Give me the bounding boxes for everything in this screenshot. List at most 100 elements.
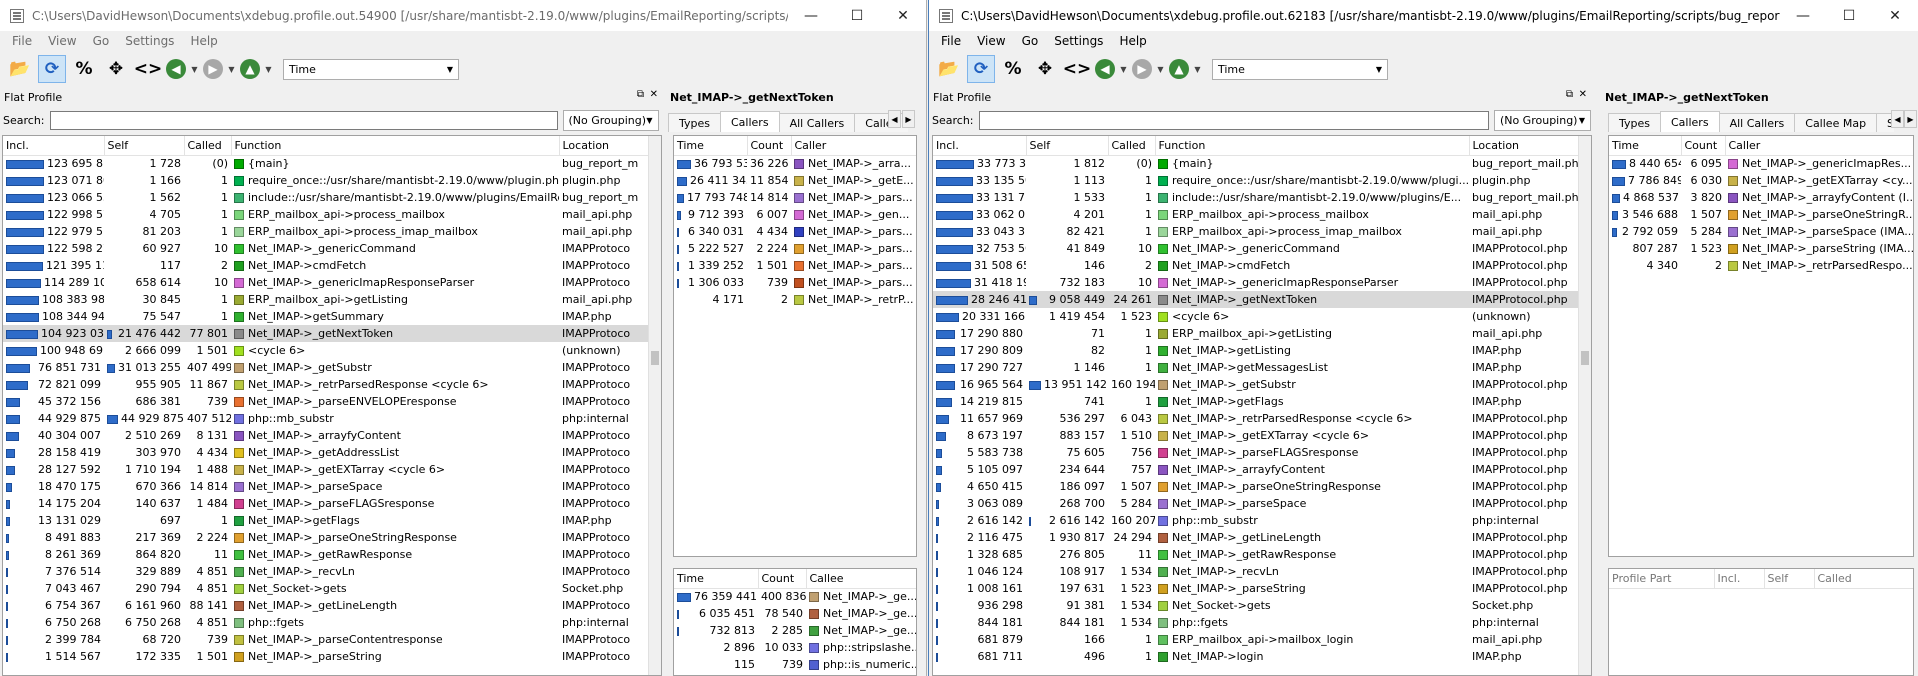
col-function[interactable]: Function	[1155, 136, 1470, 156]
table-row[interactable]: 2 116 475 1 930 817 24 294 Net_IMAP->_getLi…	[933, 529, 1579, 546]
up-dropdown-icon[interactable]: ▼	[264, 65, 273, 74]
col-incl[interactable]: Incl.	[3, 136, 105, 156]
caller-row[interactable]: 3 546 688 1 507 Net_IMAP->_parseOneStringR…	[1609, 206, 1913, 223]
col-time[interactable]: Time	[674, 569, 759, 589]
callee-row[interactable]: 76 359 441 400 836 Net_IMAP->_ge...	[674, 588, 916, 605]
reload-icon[interactable]: ⟳	[38, 55, 66, 83]
table-row[interactable]: 114 289 100 658 614 10 Net_IMAP->_genericIm…	[3, 274, 649, 291]
col-time[interactable]: Time	[1609, 136, 1682, 156]
col-called[interactable]: Called	[184, 136, 232, 156]
up-icon[interactable]: ▲	[1169, 59, 1189, 79]
table-row[interactable]: 844 181 844 181 1 534 php::fgets php:interna…	[933, 614, 1579, 631]
maximize-button[interactable]: ☐	[1826, 0, 1872, 31]
col-called[interactable]: Called	[1108, 136, 1156, 156]
float-panel-icon[interactable]: ⧉	[1566, 89, 1573, 100]
table-row[interactable]: 32 753 564 41 849 10 Net_IMAP->_genericComm…	[933, 240, 1579, 257]
table-row[interactable]: 20 331 166 1 419 454 1 523 <cycle 6> (unknow…	[933, 308, 1579, 325]
table-row[interactable]: 16 965 564 13 951 142 160 194 Net_IMAP->_ge…	[933, 376, 1579, 393]
table-row[interactable]: 11 657 969 536 297 6 043 Net_IMAP->_retrPar…	[933, 410, 1579, 427]
col-location[interactable]: Location	[559, 136, 650, 156]
title-bar[interactable]: C:\Users\DavidHewson\Documents\xdebug.pr…	[0, 0, 926, 31]
table-row[interactable]: 33 043 311 82 421 1 ERP_mailbox_api->proces…	[933, 223, 1579, 240]
tab-scroll-left-icon[interactable]: ◀	[888, 110, 901, 128]
table-row[interactable]: 5 583 738 75 605 756 Net_IMAP->_parseFLAGSr…	[933, 444, 1579, 461]
col-caller[interactable]: Caller	[1725, 136, 1913, 156]
table-row[interactable]: 123 695 811 1 728 (0) {main} bug_report_m	[3, 155, 649, 172]
grouping-select[interactable]: (No Grouping) ▼	[562, 109, 659, 131]
table-row[interactable]: 6 750 268 6 750 268 4 851 php::fgets php:int…	[3, 614, 649, 631]
event-type-select[interactable]: Time ▼	[1212, 58, 1388, 80]
caller-row[interactable]: 4 868 537 3 820 Net_IMAP->_arrayfyContent …	[1609, 189, 1913, 206]
col-count[interactable]: Count	[758, 569, 807, 589]
table-row[interactable]: 8 673 197 883 157 1 510 Net_IMAP->_getEXTar…	[933, 427, 1579, 444]
callee-row[interactable]: 6 035 451 78 540 Net_IMAP->_ge...	[674, 605, 916, 622]
table-row[interactable]: 123 071 804 1 166 1 require_once::/usr/shar…	[3, 172, 649, 189]
menu-view[interactable]: View	[40, 34, 84, 48]
move-icon[interactable]: ✥	[102, 55, 130, 83]
col-count[interactable]: Count	[1681, 136, 1726, 156]
table-row[interactable]: 108 344 940 75 547 1 Net_IMAP->getSummary IM…	[3, 308, 649, 325]
vertical-scrollbar[interactable]	[648, 136, 661, 675]
float-panel-icon[interactable]: ⧉	[637, 89, 644, 100]
cycle-detection-icon[interactable]: <>	[134, 55, 163, 83]
back-dropdown-icon[interactable]: ▼	[1119, 65, 1128, 74]
open-folder-icon[interactable]: 📂	[935, 55, 963, 83]
tab-scroll-right-icon[interactable]: ▶	[902, 110, 915, 128]
cycle-detection-icon[interactable]: <>	[1063, 55, 1092, 83]
table-row[interactable]: 104 923 030 21 476 442 77 801 Net_IMAP->_ge…	[3, 325, 649, 342]
table-row[interactable]: 33 135 507 1 113 1 require_once::/usr/share…	[933, 172, 1579, 189]
table-row[interactable]: 122 598 271 60 927 10 Net_IMAP->_genericCom…	[3, 240, 649, 257]
caller-row[interactable]: 5 222 527 2 224 Net_IMAP->_pars...	[674, 240, 916, 257]
up-dropdown-icon[interactable]: ▼	[1193, 65, 1202, 74]
tab-callers[interactable]: Callers	[1660, 111, 1720, 132]
table-row[interactable]: 18 470 175 670 366 14 814 Net_IMAP->_parseS…	[3, 478, 649, 495]
forward-dropdown-icon[interactable]: ▼	[1156, 65, 1165, 74]
grouping-select[interactable]: (No Grouping) ▼	[1493, 109, 1591, 131]
table-row[interactable]: 14 175 204 140 637 1 484 Net_IMAP->_parseFL…	[3, 495, 649, 512]
table-row[interactable]: 40 304 007 2 510 269 8 131 Net_IMAP->_array…	[3, 427, 649, 444]
percent-icon[interactable]: %	[70, 55, 98, 83]
vertical-scrollbar[interactable]	[1578, 136, 1591, 675]
table-row[interactable]: 681 711 496 1 Net_IMAP->login IMAP.php	[933, 648, 1579, 665]
back-icon[interactable]: ◀	[166, 59, 186, 79]
table-row[interactable]: 6 754 367 6 161 960 88 141 Net_IMAP->_getLi…	[3, 597, 649, 614]
table-row[interactable]: 17 290 880 71 1 ERP_mailbox_api->getListing…	[933, 325, 1579, 342]
forward-icon[interactable]: ▶	[1132, 59, 1152, 79]
tab-all-callers[interactable]: All Callers	[1718, 113, 1796, 132]
table-row[interactable]: 28 158 419 303 970 4 434 Net_IMAP->_getAddr…	[3, 444, 649, 461]
table-row[interactable]: 14 219 815 741 1 Net_IMAP->getFlags IMAP.php	[933, 393, 1579, 410]
caller-row[interactable]: 17 793 748 14 814 Net_IMAP->_pars...	[674, 189, 916, 206]
col-incl[interactable]: Incl.	[933, 136, 1027, 156]
caller-row[interactable]: 1 306 033 739 Net_IMAP->_pars...	[674, 274, 916, 291]
search-input[interactable]	[978, 110, 1489, 130]
event-type-select[interactable]: Time ▼	[283, 58, 459, 80]
tab-scroll-left-icon[interactable]: ◀	[1891, 110, 1904, 128]
back-icon[interactable]: ◀	[1095, 59, 1115, 79]
caller-row[interactable]: 9 712 393 6 007 Net_IMAP->_gen...	[674, 206, 916, 223]
table-row[interactable]: 28 246 414 9 058 44924 261 Net_IMAP->_getN…	[933, 291, 1579, 308]
callee-row[interactable]: 2 896 10 033 php::stripslashe...	[674, 639, 917, 656]
percent-icon[interactable]: %	[999, 55, 1027, 83]
table-row[interactable]: 122 998 573 4 705 1 ERP_mailbox_api->proces…	[3, 206, 649, 223]
table-row[interactable]: 72 821 099 955 905 11 867 Net_IMAP->_retrPa…	[3, 376, 649, 393]
search-input[interactable]	[49, 110, 558, 130]
menu-go[interactable]: Go	[85, 34, 118, 48]
menu-help[interactable]: Help	[182, 34, 225, 48]
table-row[interactable]: 4 650 415 186 097 1 507 Net_IMAP->_parseOne…	[933, 478, 1579, 495]
move-icon[interactable]: ✥	[1031, 55, 1059, 83]
caller-row[interactable]: 6 340 031 4 434 Net_IMAP->_pars...	[674, 223, 916, 240]
tab-all-callers[interactable]: All Callers	[778, 113, 856, 132]
table-row[interactable]: 8 491 883 217 369 2 224 Net_IMAP->_parseOne…	[3, 529, 649, 546]
forward-dropdown-icon[interactable]: ▼	[227, 65, 236, 74]
table-row[interactable]: 45 372 156 686 381 739 Net_IMAP->_parseENVE…	[3, 393, 649, 410]
table-row[interactable]: 123 066 557 1 562 1 include::/usr/share/man…	[3, 189, 649, 206]
caller-row[interactable]: 7 786 849 6 030 Net_IMAP->_getEXTarray <cy…	[1609, 172, 1913, 189]
col-function[interactable]: Function	[231, 136, 560, 156]
table-row[interactable]: 122 979 511 81 203 1 ERP_mailbox_api->proce…	[3, 223, 649, 240]
caller-row[interactable]: 26 411 345 11 854 Net_IMAP->_getE...	[674, 172, 916, 189]
table-row[interactable]: 1 328 685 276 805 11 Net_IMAP->_getRawRespo…	[933, 546, 1579, 563]
table-row[interactable]: 17 290 809 82 1 Net_IMAP->getListing IMAP.ph…	[933, 342, 1579, 359]
tab-types[interactable]: Types	[668, 113, 721, 132]
col-count[interactable]: Count	[747, 136, 792, 156]
back-dropdown-icon[interactable]: ▼	[190, 65, 199, 74]
